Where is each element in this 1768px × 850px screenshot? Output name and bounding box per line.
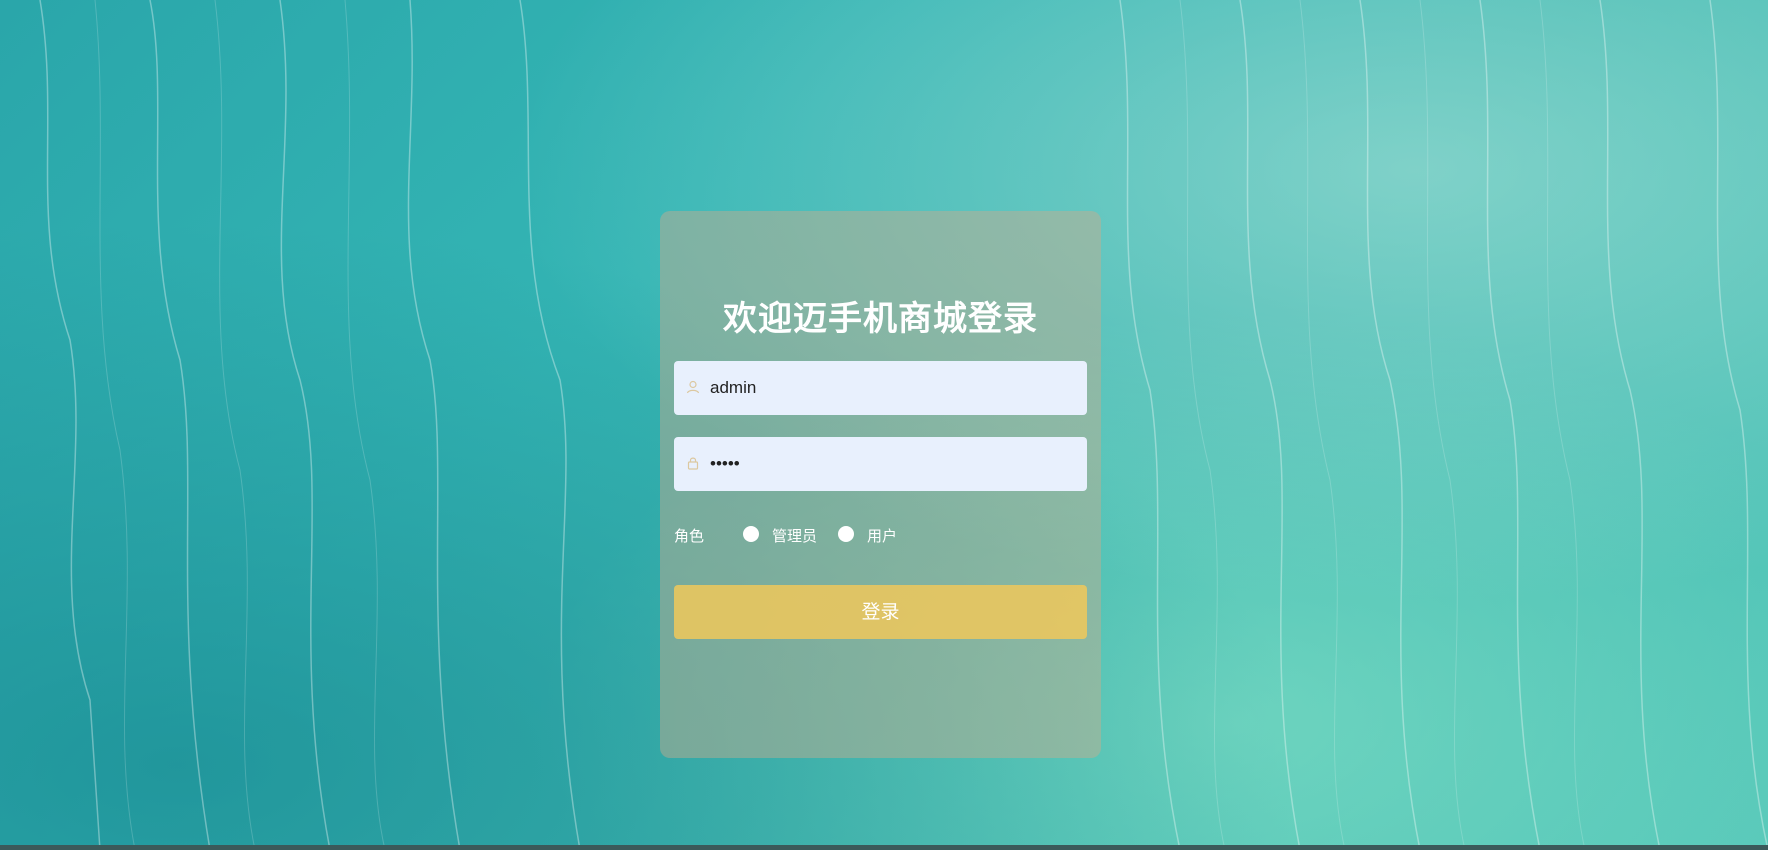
- password-input[interactable]: [710, 437, 1075, 491]
- user-icon: [686, 380, 700, 394]
- role-option-admin-label[interactable]: 管理员: [772, 525, 817, 546]
- login-title: 欢迎迈手机商城登录: [723, 299, 1038, 339]
- login-card: 欢迎迈手机商城登录 角色 管理员 用户 登录: [660, 211, 1101, 758]
- role-radio-admin[interactable]: [743, 526, 759, 542]
- password-field[interactable]: [674, 437, 1087, 491]
- role-selector: 角色 管理员 用户: [674, 523, 1087, 547]
- bottom-bar: [0, 845, 1768, 850]
- role-label: 角色: [674, 527, 705, 545]
- username-field[interactable]: [674, 361, 1087, 415]
- username-input[interactable]: [710, 361, 1075, 415]
- login-button[interactable]: 登录: [674, 585, 1087, 639]
- role-radio-user[interactable]: [838, 526, 854, 542]
- lock-icon: [686, 456, 700, 470]
- role-option-user-label[interactable]: 用户: [867, 525, 897, 546]
